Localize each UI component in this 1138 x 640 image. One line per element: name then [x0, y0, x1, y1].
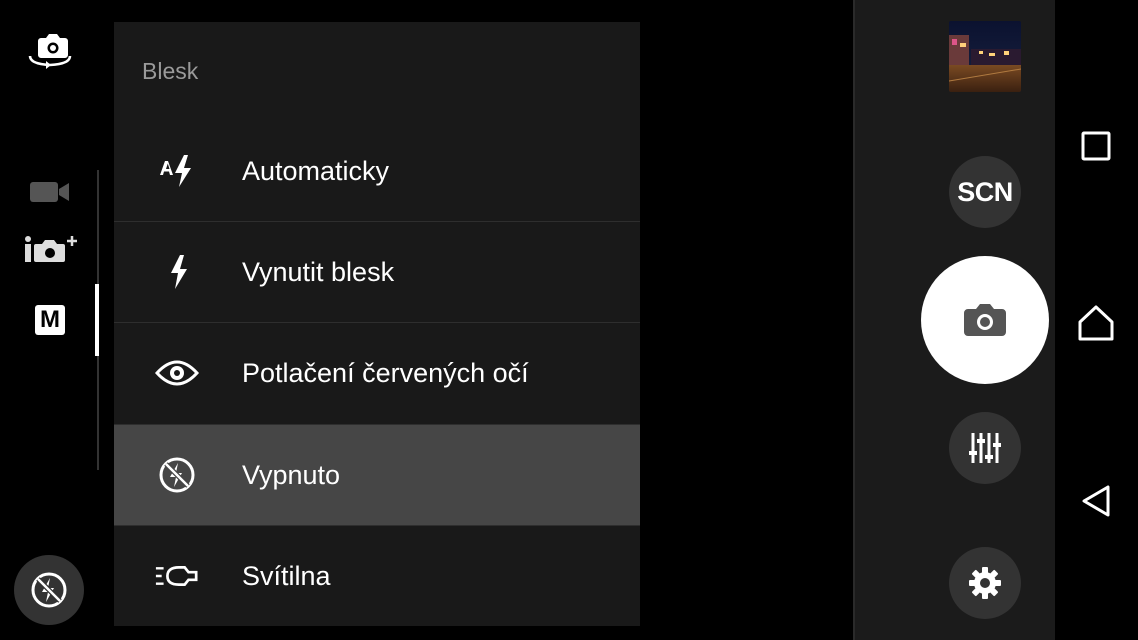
recents-icon[interactable]	[1075, 125, 1117, 167]
flash-off-icon	[154, 452, 200, 498]
flash-setting-button[interactable]	[14, 555, 84, 625]
switch-camera-icon[interactable]	[24, 28, 76, 72]
torch-icon	[154, 553, 200, 599]
flash-off-icon	[31, 572, 67, 608]
sliders-icon	[969, 433, 1001, 463]
settings-button[interactable]	[949, 547, 1021, 619]
video-mode-icon[interactable]	[28, 178, 72, 206]
superior-auto-mode-icon[interactable]	[22, 232, 80, 266]
red-eye-icon	[154, 350, 200, 396]
home-icon[interactable]	[1073, 300, 1119, 346]
flash-option-label: Vynutit blesk	[242, 256, 395, 287]
mode-rail-indicator	[95, 284, 99, 356]
scene-selection-button[interactable]: SCN	[949, 156, 1021, 228]
flash-on-icon	[154, 249, 200, 295]
flash-option-label: Svítilna	[242, 560, 331, 591]
flash-option-label: Automaticky	[242, 155, 390, 186]
flash-menu: Blesk Automaticky Vynutit blesk Potlačen…	[114, 22, 640, 626]
manual-mode-icon[interactable]: M	[33, 303, 67, 337]
gallery-thumbnail[interactable]	[949, 21, 1021, 92]
manual-mode-label: M	[40, 306, 60, 333]
camera-icon	[964, 304, 1006, 336]
flash-option-label: Potlačení červených očí	[242, 357, 529, 388]
gear-icon	[969, 567, 1001, 599]
back-icon[interactable]	[1075, 480, 1117, 522]
scene-selection-label: SCN	[957, 176, 1013, 207]
flash-option-label: Vypnuto	[242, 459, 341, 490]
shutter-button[interactable]	[921, 256, 1049, 384]
flash-option-on[interactable]: Vynutit blesk	[114, 221, 640, 322]
flash-auto-icon	[154, 148, 200, 194]
flash-option-torch[interactable]: Svítilna	[114, 525, 640, 626]
flash-menu-title: Blesk	[142, 58, 199, 84]
flash-option-auto[interactable]: Automaticky	[114, 121, 640, 221]
manual-adjust-button[interactable]	[949, 412, 1021, 484]
flash-option-red-eye[interactable]: Potlačení červených očí	[114, 322, 640, 423]
flash-option-off[interactable]: Vypnuto	[114, 424, 640, 525]
